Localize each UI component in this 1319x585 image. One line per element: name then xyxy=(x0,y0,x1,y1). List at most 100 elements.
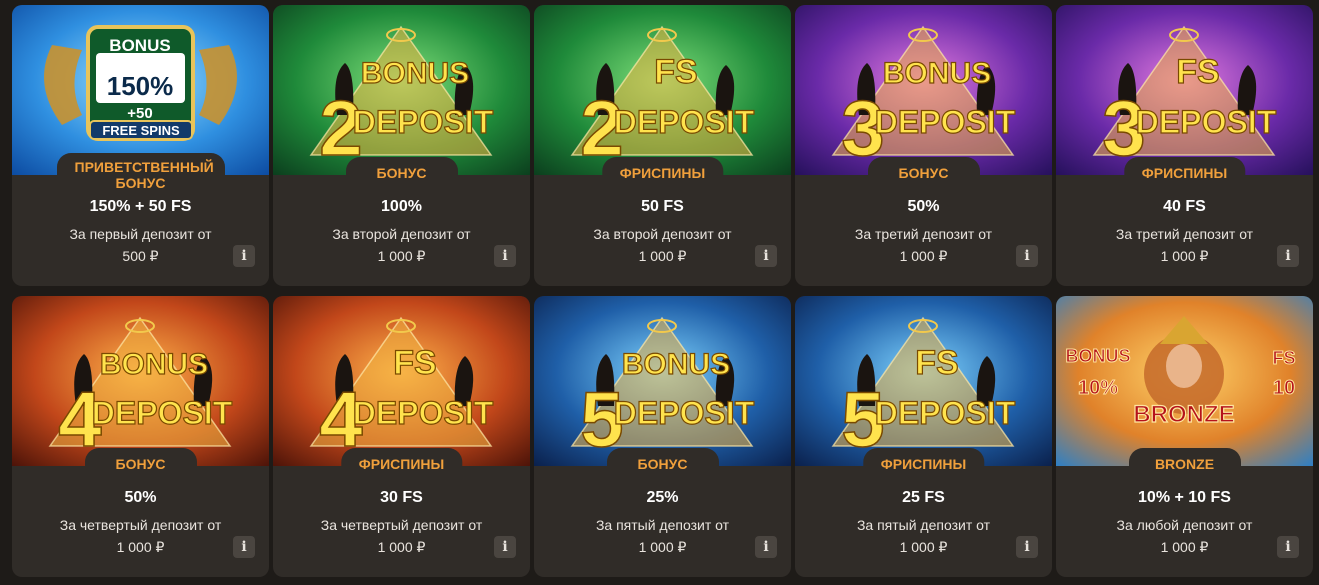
svg-text:DEPOSIT: DEPOSIT xyxy=(92,395,233,431)
info-button[interactable]: i xyxy=(1016,245,1038,267)
bonus-amount: 150% + 50 FS xyxy=(89,198,192,215)
banner-artwork: BONUS4DEPOSIT xyxy=(12,296,269,466)
svg-text:10%: 10% xyxy=(1078,377,1118,399)
bonus-min-deposit: 1 000 ₽ xyxy=(1160,248,1209,264)
bonus-amount: 40 FS xyxy=(1163,198,1206,215)
svg-text:DEPOSIT: DEPOSIT xyxy=(353,104,494,140)
bonus-banner-image: BONUS 4 DEPOSIT xyxy=(12,296,269,466)
bonus-type-tag: БОНУС xyxy=(606,448,719,477)
bonus-type-tag: ФРИСПИНЫ xyxy=(1123,157,1246,186)
svg-text:BONUS: BONUS xyxy=(361,57,469,90)
bonus-banner-image: BONUS 5 DEPOSIT xyxy=(534,296,791,466)
bonus-condition: За пятый депозит от xyxy=(595,517,730,533)
svg-text:DEPOSIT: DEPOSIT xyxy=(614,104,755,140)
info-button[interactable]: i xyxy=(233,245,255,267)
bonus-amount: 100% xyxy=(381,198,422,215)
bonus-min-deposit: 1 000 ₽ xyxy=(116,539,165,555)
bonus-type-tag: БОНУС xyxy=(867,157,980,186)
bonus-card-3-deposit-fs[interactable]: FS 3 DEPOSIT ФРИСПИНЫ 40 FS За третий депо… xyxy=(1056,5,1313,286)
bonus-condition: За пятый депозит от xyxy=(856,517,991,533)
svg-text:FS: FS xyxy=(915,344,958,382)
svg-text:BONUS: BONUS xyxy=(883,57,991,90)
bonus-card-4-deposit-bonus[interactable]: BONUS 4 DEPOSIT БОНУС 50% За четвертый деп… xyxy=(12,296,269,577)
bonus-condition: За третий депозит от xyxy=(1115,226,1254,242)
bonus-banner-image: FS 3 DEPOSIT xyxy=(1056,5,1313,175)
bonus-condition: За четвертый депозит от xyxy=(59,517,222,533)
svg-text:DEPOSIT: DEPOSIT xyxy=(353,395,494,431)
svg-text:BONUS: BONUS xyxy=(1065,346,1130,366)
bonus-banner-image: FS 5 DEPOSIT xyxy=(795,296,1052,466)
bonus-amount: 30 FS xyxy=(380,489,423,506)
bonus-banner-image: BONUS 2 DEPOSIT xyxy=(273,5,530,175)
svg-text:FREE SPINS: FREE SPINS xyxy=(102,123,180,138)
svg-text:BONUS: BONUS xyxy=(109,36,170,55)
info-button[interactable]: i xyxy=(494,536,516,558)
banner-artwork: FS5DEPOSIT xyxy=(795,296,1052,466)
banner-artwork: FS4DEPOSIT xyxy=(273,296,530,466)
info-button[interactable]: i xyxy=(755,536,777,558)
bonus-card-5-deposit-bonus[interactable]: BONUS 5 DEPOSIT БОНУС 25% За пятый депозит… xyxy=(534,296,791,577)
info-button[interactable]: i xyxy=(755,245,777,267)
banner-artwork: FS2DEPOSIT xyxy=(534,5,791,175)
info-button[interactable]: i xyxy=(233,536,255,558)
bonus-min-deposit: 1 000 ₽ xyxy=(377,539,426,555)
bonus-type-tag: БОНУС xyxy=(345,157,458,186)
bonus-condition: За любой депозит от xyxy=(1116,517,1253,533)
svg-text:+50: +50 xyxy=(127,105,152,122)
bonus-type-tag: ФРИСПИНЫ xyxy=(340,448,463,477)
bonus-card-welcome[interactable]: BONUS 150% +50 FREE SPINS ПРИВЕТСТВЕННЫЙ БО… xyxy=(12,5,269,286)
svg-text:DEPOSIT: DEPOSIT xyxy=(875,395,1016,431)
svg-text:FS: FS xyxy=(654,53,697,91)
info-button[interactable]: i xyxy=(1277,245,1299,267)
bonus-banner-image: FS 4 DEPOSIT xyxy=(273,296,530,466)
bonus-min-deposit: 1 000 ₽ xyxy=(377,248,426,264)
bonus-condition: За первый депозит от xyxy=(69,226,212,242)
banner-artwork: FS3DEPOSIT xyxy=(1056,5,1313,175)
bonus-grid: BONUS 150% +50 FREE SPINS ПРИВЕТСТВЕННЫЙ БО… xyxy=(0,0,1319,585)
banner-artwork: BONUS2DEPOSIT xyxy=(273,5,530,175)
bonus-type-tag: ПРИВЕТСТВЕННЫЙ БОНУС xyxy=(56,153,225,196)
bonus-banner-image: BONUS 3 DEPOSIT xyxy=(795,5,1052,175)
bonus-card-2-deposit-fs[interactable]: FS 2 DEPOSIT ФРИСПИНЫ 50 FS За второй депо… xyxy=(534,5,791,286)
svg-text:FS: FS xyxy=(1176,53,1219,91)
bonus-amount: 50 FS xyxy=(641,198,684,215)
svg-text:FS: FS xyxy=(393,344,436,382)
bonus-condition: За четвертый депозит от xyxy=(320,517,483,533)
bonus-type-tag: БОНУС xyxy=(84,448,197,477)
bonus-amount: 25 FS xyxy=(902,489,945,506)
bonus-min-deposit: 1 000 ₽ xyxy=(638,539,687,555)
bonus-min-deposit: 1 000 ₽ xyxy=(899,248,948,264)
bonus-banner-image: BONUS 10% FS 10 BRONZE xyxy=(1056,296,1313,466)
banner-artwork: BONUS3DEPOSIT xyxy=(795,5,1052,175)
info-button[interactable]: i xyxy=(494,245,516,267)
bonus-condition: За второй депозит от xyxy=(332,226,471,242)
bonus-min-deposit: 1 000 ₽ xyxy=(638,248,687,264)
svg-text:150%: 150% xyxy=(107,71,174,101)
svg-text:DEPOSIT: DEPOSIT xyxy=(614,395,755,431)
svg-text:DEPOSIT: DEPOSIT xyxy=(875,104,1016,140)
bonus-amount: 25% xyxy=(646,489,679,506)
info-button[interactable]: i xyxy=(1277,536,1299,558)
bonus-banner-image: FS 2 DEPOSIT xyxy=(534,5,791,175)
bonus-type-tag: ФРИСПИНЫ xyxy=(862,448,985,477)
info-button[interactable]: i xyxy=(1016,536,1038,558)
svg-text:BRONZE: BRONZE xyxy=(1133,401,1234,428)
bonus-condition: За второй депозит от xyxy=(593,226,732,242)
svg-text:10: 10 xyxy=(1273,377,1295,399)
svg-text:BONUS: BONUS xyxy=(100,348,208,381)
bonus-card-5-deposit-fs[interactable]: FS 5 DEPOSIT ФРИСПИНЫ 25 FS За пятый депоз… xyxy=(795,296,1052,577)
banner-artwork: BONUS5DEPOSIT xyxy=(534,296,791,466)
bonus-amount: 10% + 10 FS xyxy=(1138,489,1231,506)
bonus-card-bronze[interactable]: BONUS 10% FS 10 BRONZE BRONZE 10% + 10 FS За… xyxy=(1056,296,1313,577)
bonus-card-4-deposit-fs[interactable]: FS 4 DEPOSIT ФРИСПИНЫ 30 FS За четвертый д… xyxy=(273,296,530,577)
bonus-card-3-deposit-bonus[interactable]: BONUS 3 DEPOSIT БОНУС 50% За третий депози… xyxy=(795,5,1052,286)
bonus-min-deposit: 1 000 ₽ xyxy=(1160,539,1209,555)
bonus-amount: 50% xyxy=(907,198,940,215)
bonus-banner-image: BONUS 150% +50 FREE SPINS xyxy=(12,5,269,175)
bonus-card-2-deposit-bonus[interactable]: BONUS 2 DEPOSIT БОНУС 100% За второй депоз… xyxy=(273,5,530,286)
bonus-condition: За третий депозит от xyxy=(854,226,993,242)
banner-artwork: BONUS 150% +50FREE SPINS xyxy=(12,5,269,175)
svg-text:BONUS: BONUS xyxy=(622,348,730,381)
svg-text:FS: FS xyxy=(1272,348,1295,368)
svg-text:DEPOSIT: DEPOSIT xyxy=(1136,104,1277,140)
